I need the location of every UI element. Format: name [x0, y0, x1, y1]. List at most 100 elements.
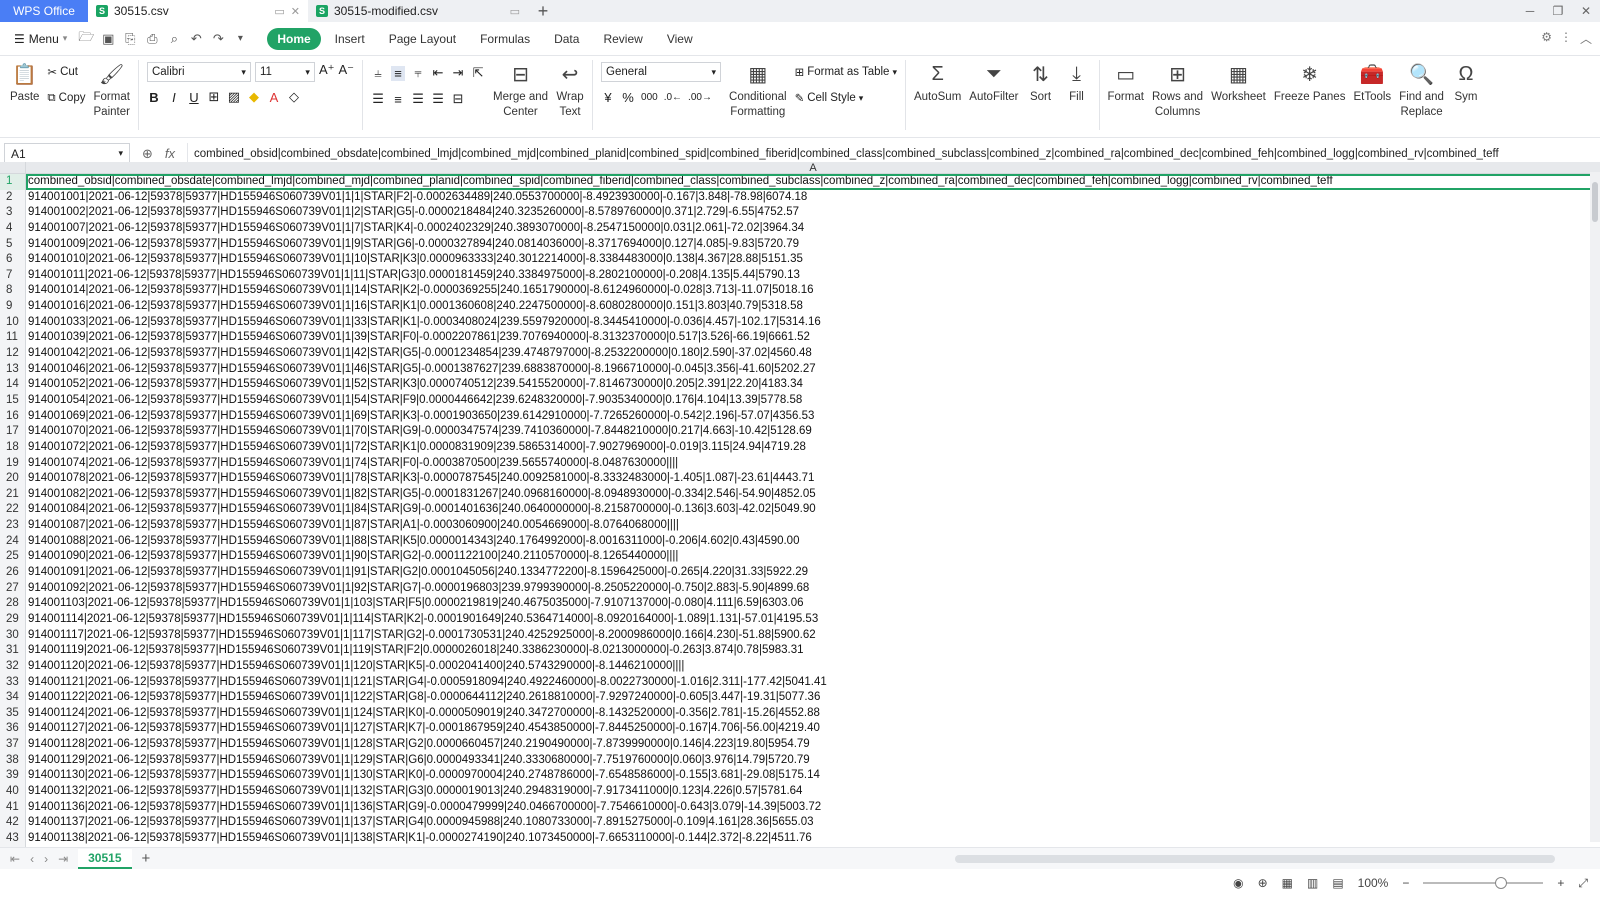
cell-a[interactable]: 914001082|2021-06-12|59378|59377|HD15594… [26, 487, 1600, 503]
underline-icon[interactable]: U [187, 90, 201, 105]
zoom-knob[interactable] [1495, 877, 1508, 889]
align-center-icon[interactable]: ≡ [391, 92, 405, 107]
row-number[interactable]: 30 [0, 627, 26, 644]
font-color-icon[interactable]: A [267, 90, 281, 105]
decrease-font-icon[interactable]: A⁻ [338, 62, 354, 82]
cell-a[interactable]: 914001046|2021-06-12|59378|59377|HD15594… [26, 362, 1600, 378]
tab-insert[interactable]: Insert [325, 28, 375, 50]
row-number[interactable]: 4 [0, 220, 26, 237]
cell-a[interactable]: 914001084|2021-06-12|59378|59377|HD15594… [26, 502, 1600, 518]
cell-a[interactable]: 914001007|2021-06-12|59378|59377|HD15594… [26, 221, 1600, 237]
cell-a[interactable]: 914001010|2021-06-12|59378|59377|HD15594… [26, 252, 1600, 268]
text-direction-icon[interactable]: ⇱ [471, 65, 485, 81]
cell-a[interactable]: 914001132|2021-06-12|59378|59377|HD15594… [26, 784, 1600, 800]
cell-a[interactable]: 914001127|2021-06-12|59378|59377|HD15594… [26, 721, 1600, 737]
font-select[interactable]: Calibri ▾ [146, 62, 251, 82]
conditional-formatting-button[interactable]: ▦ Conditional Formatting [725, 60, 791, 120]
row-number[interactable]: 17 [0, 424, 26, 440]
horizontal-scrollbar[interactable] [955, 855, 1555, 863]
cell-a[interactable]: 914001114|2021-06-12|59378|59377|HD15594… [26, 612, 1600, 628]
customize-icon[interactable]: ▾ [231, 30, 249, 48]
row-number[interactable]: 19 [0, 455, 26, 472]
sort-button[interactable]: ⇅ Sort [1023, 60, 1059, 105]
zoom-slider[interactable] [1423, 877, 1544, 889]
page-break-view-icon[interactable]: ▥ [1307, 876, 1318, 890]
percent-icon[interactable]: % [621, 90, 635, 105]
row-number[interactable]: 8 [0, 283, 26, 300]
cell-a[interactable]: 914001033|2021-06-12|59378|59377|HD15594… [26, 315, 1600, 331]
print-icon[interactable]: ⎙ [143, 30, 161, 48]
eye-protection-icon[interactable]: ◉ [1233, 876, 1243, 890]
row-number[interactable]: 38 [0, 752, 26, 769]
currency-icon[interactable]: ¥ [601, 90, 615, 105]
row-number[interactable]: 32 [0, 658, 26, 675]
format-painter-button[interactable]: 🖌 Format Painter [90, 60, 134, 120]
find-replace-button[interactable]: 🔍 Find and Replace [1395, 60, 1448, 120]
zoom-in-icon[interactable]: + [1557, 876, 1564, 890]
fullscreen-icon[interactable]: ⤢ [1578, 876, 1588, 891]
vertical-scrollbar[interactable] [1590, 172, 1600, 842]
font-size-select[interactable]: 11 ▾ [254, 62, 315, 82]
autosum-button[interactable]: Σ AutoSum [910, 60, 965, 105]
close-icon[interactable]: ✕ [291, 5, 300, 18]
fill-button[interactable]: ⤓ Fill [1059, 60, 1095, 105]
rows-columns-button[interactable]: ⊞ Rows and Columns [1148, 60, 1207, 120]
cell-a[interactable]: 914001070|2021-06-12|59378|59377|HD15594… [26, 424, 1600, 440]
cell-a[interactable]: 914001137|2021-06-12|59378|59377|HD15594… [26, 815, 1600, 831]
row-number[interactable]: 9 [0, 299, 26, 315]
close-window-icon[interactable]: ✕ [1572, 0, 1600, 22]
row-number[interactable]: 23 [0, 518, 26, 534]
row-number[interactable]: 43 [0, 830, 26, 847]
next-sheet-icon[interactable]: › [44, 852, 48, 866]
align-left-icon[interactable]: ☰ [371, 91, 385, 107]
row-number[interactable]: 41 [0, 799, 26, 816]
justify-icon[interactable]: ☰ [431, 91, 445, 107]
cell-a[interactable]: 914001042|2021-06-12|59378|59377|HD15594… [26, 346, 1600, 362]
open-folder-icon[interactable]: 🗁 [77, 29, 95, 48]
row-number[interactable]: 2 [0, 189, 26, 206]
row-number[interactable]: 7 [0, 267, 26, 284]
row-number[interactable]: 12 [0, 346, 26, 362]
number-format-select[interactable]: General ▾ [601, 62, 722, 82]
row-number[interactable]: 5 [0, 236, 26, 253]
symbol-button[interactable]: Ω Sym [1448, 60, 1484, 105]
row-number[interactable]: 26 [0, 565, 26, 581]
cell-a[interactable]: 914001129|2021-06-12|59378|59377|HD15594… [26, 753, 1600, 769]
align-bottom-icon[interactable]: ⫧ [411, 65, 425, 81]
autofilter-button[interactable]: ⏷ AutoFilter [965, 60, 1022, 105]
cell-a[interactable]: 914001092|2021-06-12|59378|59377|HD15594… [26, 581, 1600, 597]
align-middle-icon[interactable]: ≡ [391, 65, 406, 81]
row-number[interactable]: 16 [0, 408, 26, 425]
row-number[interactable]: 6 [0, 252, 26, 268]
cell-a[interactable]: 914001002|2021-06-12|59378|59377|HD15594… [26, 205, 1600, 221]
tab-formulas[interactable]: Formulas [470, 28, 540, 50]
row-number[interactable]: 39 [0, 768, 26, 784]
cell-a[interactable]: 914001016|2021-06-12|59378|59377|HD15594… [26, 299, 1600, 315]
row-number[interactable]: 10 [0, 314, 26, 331]
row-number[interactable]: 27 [0, 580, 26, 597]
monitor-icon[interactable]: ▭ [274, 5, 284, 18]
freeze-panes-button[interactable]: ❄ Freeze Panes [1270, 60, 1350, 105]
normal-view-icon[interactable]: ▦ [1282, 876, 1293, 890]
cell-style-button[interactable]: ✎ Cell Style ▾ [795, 88, 897, 108]
tab-30515-modified-csv[interactable]: S 30515-modified.csv ▭ [308, 0, 528, 22]
prev-sheet-icon[interactable]: ‹ [30, 852, 34, 866]
tab-page-layout[interactable]: Page Layout [379, 28, 466, 50]
cell-a[interactable]: 914001117|2021-06-12|59378|59377|HD15594… [26, 628, 1600, 644]
cell-a[interactable]: 914001136|2021-06-12|59378|59377|HD15594… [26, 800, 1600, 816]
sheet-tab-30515[interactable]: 30515 [78, 848, 132, 869]
save-icon[interactable]: ▣ [99, 30, 117, 48]
last-sheet-icon[interactable]: ⇥ [58, 852, 68, 866]
row-number[interactable]: 24 [0, 533, 26, 550]
cell-a[interactable]: 914001130|2021-06-12|59378|59377|HD15594… [26, 768, 1600, 784]
cut-button[interactable]: ✂ Cut [47, 62, 85, 82]
row-number[interactable]: 11 [0, 330, 26, 347]
zoom-out-icon[interactable]: − [1402, 876, 1409, 890]
scroll-thumb[interactable] [1592, 182, 1598, 222]
decrease-decimal-icon[interactable]: .00→ [688, 92, 712, 103]
row-number[interactable]: 28 [0, 596, 26, 612]
cell-a[interactable]: 914001052|2021-06-12|59378|59377|HD15594… [26, 377, 1600, 393]
row-number[interactable]: 34 [0, 690, 26, 706]
row-number[interactable]: 31 [0, 643, 26, 659]
cell-a[interactable]: combined_obsid|combined_obsdate|combined… [26, 174, 1600, 190]
